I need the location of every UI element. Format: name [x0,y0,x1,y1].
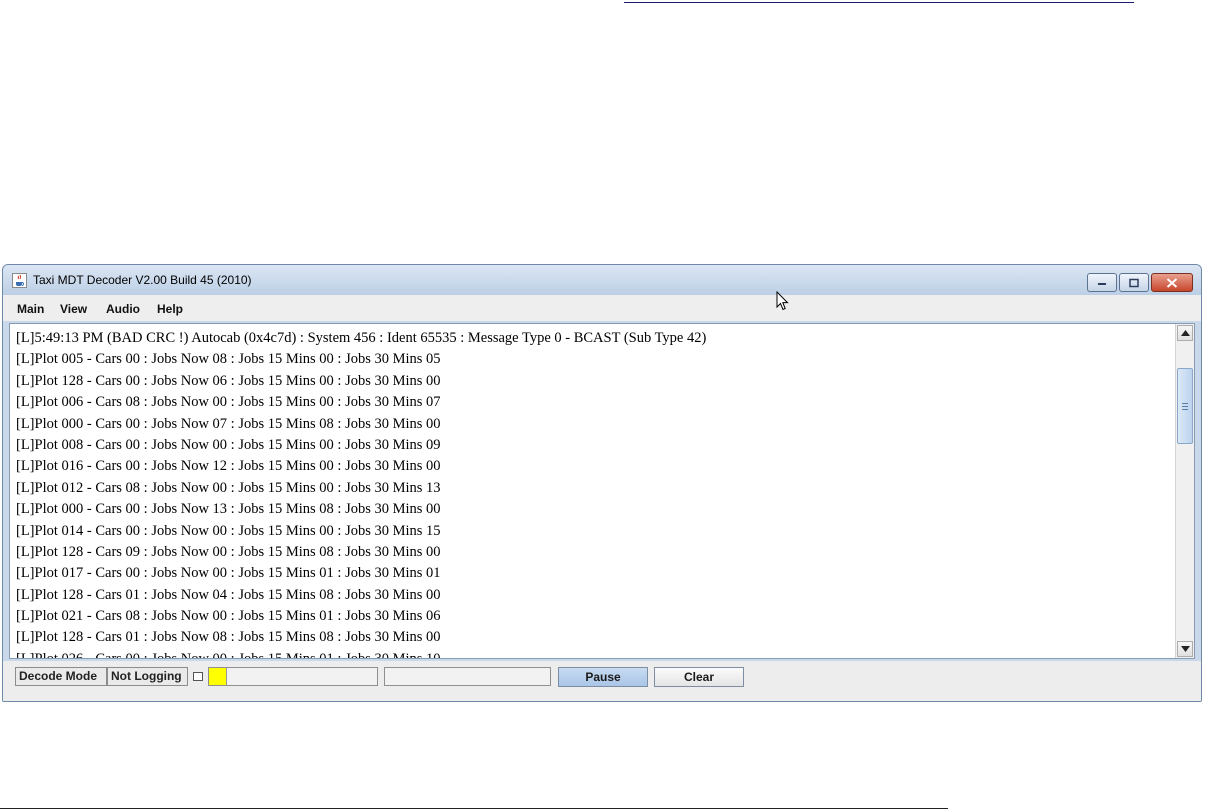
app-window: Taxi MDT Decoder V2.00 Build 45 (2010) M… [2,264,1202,702]
arrow-down-icon [1181,646,1190,652]
pause-button[interactable]: Pause [558,667,648,687]
menu-help[interactable]: Help [157,302,183,316]
close-icon [1166,277,1178,288]
arrow-up-icon [1181,330,1190,336]
log-line: [L]Plot 014 - Cars 00 : Jobs Now 00 : Jo… [16,522,441,539]
log-line: [L]Plot 128 - Cars 01 : Jobs Now 08 : Jo… [16,629,441,646]
status-bar: Decode Mode Not Logging Pause Clear [3,661,1201,701]
log-line: [L]Plot 012 - Cars 08 : Jobs Now 00 : Jo… [16,479,441,496]
java-coffee-cup-icon [12,273,27,288]
scroll-grip-line [1182,406,1188,407]
logging-status-label: Not Logging [107,667,188,686]
audio-indicator-icon [193,672,203,681]
log-line: [L]Plot 128 - Cars 01 : Jobs Now 04 : Jo… [16,586,441,603]
scroll-thumb[interactable] [1177,368,1193,444]
log-line: [L]Plot 006 - Cars 08 : Jobs Now 00 : Jo… [16,394,441,411]
log-line: [L]Plot 000 - Cars 00 : Jobs Now 07 : Jo… [16,415,441,432]
log-line: [L]Plot 017 - Cars 00 : Jobs Now 00 : Jo… [16,565,441,582]
maximize-button[interactable] [1119,273,1149,292]
menu-view[interactable]: View [60,302,87,316]
audio-level-fill [209,668,228,685]
clear-button[interactable]: Clear [654,667,744,687]
log-line: [L]Plot 021 - Cars 08 : Jobs Now 00 : Jo… [16,608,441,625]
menu-bar: Main View Audio Help [3,295,1201,321]
top-divider-line [624,2,1134,3]
window-title: Taxi MDT Decoder V2.00 Build 45 (2010) [33,273,252,287]
vertical-scrollbar[interactable] [1175,324,1194,658]
maximize-icon [1129,278,1139,287]
decode-mode-label: Decode Mode [15,667,107,686]
mouse-cursor-icon [776,291,789,311]
close-button[interactable] [1151,273,1193,292]
log-line: [L]Plot 026 - Cars 00 : Jobs Now 00 : Jo… [16,650,441,659]
scroll-down-button[interactable] [1177,641,1193,657]
minimize-icon [1098,282,1106,285]
log-lines: [L]5:49:13 PM (BAD CRC !) Autocab (0x4c7… [16,328,1176,659]
bottom-divider-line [0,808,948,809]
minimize-button[interactable] [1087,273,1117,292]
audio-level-bar [208,667,378,686]
log-line: [L]Plot 016 - Cars 00 : Jobs Now 12 : Jo… [16,458,441,475]
log-line: [L]5:49:13 PM (BAD CRC !) Autocab (0x4c7… [16,330,707,346]
menu-audio[interactable]: Audio [106,302,140,316]
scroll-grip-line [1182,409,1188,410]
scroll-up-button[interactable] [1177,325,1193,341]
menu-main[interactable]: Main [17,302,44,316]
log-line: [L]Plot 005 - Cars 00 : Jobs Now 08 : Jo… [16,351,441,368]
scroll-grip-line [1182,403,1188,404]
window-controls [1085,273,1193,292]
log-line: [L]Plot 128 - Cars 00 : Jobs Now 06 : Jo… [16,372,441,389]
log-line: [L]Plot 128 - Cars 09 : Jobs Now 00 : Jo… [16,543,441,560]
log-line: [L]Plot 008 - Cars 00 : Jobs Now 00 : Jo… [16,436,441,453]
status-field [384,667,551,686]
title-bar[interactable]: Taxi MDT Decoder V2.00 Build 45 (2010) [3,265,1201,295]
log-line: [L]Plot 000 - Cars 00 : Jobs Now 13 : Jo… [16,501,441,518]
log-text-area[interactable]: [L]5:49:13 PM (BAD CRC !) Autocab (0x4c7… [9,323,1195,659]
